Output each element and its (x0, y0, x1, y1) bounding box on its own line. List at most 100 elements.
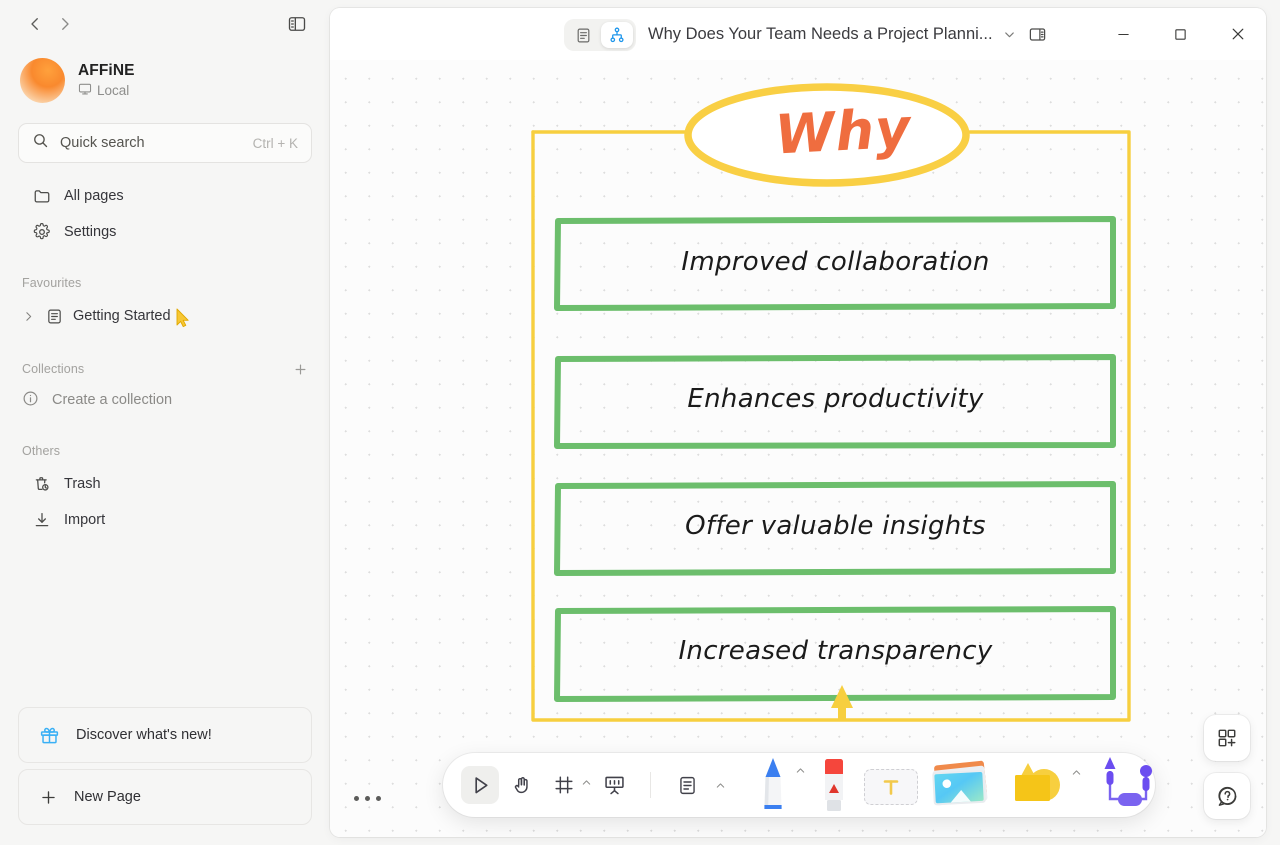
workspace-sync-status: Local (78, 82, 135, 99)
section-title: Others (22, 444, 61, 458)
tab-edgeless-mode[interactable] (601, 22, 633, 48)
tool-note-button[interactable] (668, 766, 706, 804)
plus-icon (39, 788, 58, 807)
sidebar-others-list: Trash Import (0, 465, 330, 539)
chevron-up-icon[interactable] (715, 780, 726, 791)
sidebar-toggle-icon[interactable] (282, 9, 312, 39)
tool-image-button[interactable] (930, 759, 992, 811)
trash-icon (32, 475, 51, 494)
window-controls (1095, 8, 1266, 60)
main-window: Why Does Your Team Needs a Project Plann… (330, 8, 1266, 837)
right-sidebar-toggle-icon[interactable] (1028, 25, 1047, 44)
canvas-box-label-1: Improved collaboration (681, 247, 990, 277)
workspace-avatar (20, 58, 65, 103)
window-minimize-button[interactable] (1095, 8, 1152, 60)
tool-eraser-button[interactable] (818, 755, 850, 817)
chevron-up-icon[interactable] (1071, 767, 1082, 778)
window-maximize-button[interactable] (1152, 8, 1209, 60)
doc-icon (45, 307, 64, 326)
toolbar-left-group (443, 766, 726, 804)
nav-forward-button[interactable] (50, 9, 80, 39)
tab-page-mode[interactable] (567, 22, 599, 48)
gift-icon (39, 725, 60, 746)
workspace-name: AFFiNE (78, 62, 135, 79)
cursor-pointer-icon (175, 308, 191, 332)
workspace-sync-label: Local (97, 83, 130, 98)
chevron-up-icon[interactable] (581, 775, 592, 793)
sidebar-item-label: Import (64, 512, 106, 528)
sidebar-item-label: Trash (64, 476, 101, 492)
canvas-box-label-2: Enhances productivity (687, 384, 984, 414)
canvas-side-buttons (1204, 715, 1250, 819)
sidebar-footer: Discover what's new! New Page (0, 707, 330, 845)
sidebar: AFFiNE Local Quick search Ctrl + K All p… (0, 0, 330, 845)
tool-text-button[interactable] (864, 769, 918, 805)
folder-icon (32, 187, 51, 206)
sidebar-item-import[interactable]: Import (10, 503, 320, 537)
section-favourites: Favourites (0, 271, 330, 295)
tool-shape-button[interactable] (1008, 759, 1082, 811)
canvas-box-label-4: Increased transparency (678, 636, 993, 666)
discover-whats-new-button[interactable]: Discover what's new! (18, 707, 312, 763)
create-collection-button[interactable]: Create a collection (10, 383, 320, 417)
search-icon (32, 132, 49, 154)
tool-present-button[interactable] (595, 766, 633, 804)
whiteboard-drawing (531, 83, 1131, 722)
tool-frame-button[interactable] (545, 766, 591, 804)
section-others: Others (0, 439, 330, 463)
gear-icon (32, 223, 51, 242)
quick-search-button[interactable]: Quick search Ctrl + K (18, 123, 312, 163)
discover-label: Discover what's new! (76, 727, 212, 743)
quick-search-label: Quick search (60, 135, 145, 151)
section-title: Favourites (22, 276, 82, 290)
canvas-title-why: Why (773, 96, 913, 167)
tool-pen-button[interactable] (756, 755, 806, 817)
edgeless-toolbar (443, 753, 1155, 817)
dot (376, 796, 381, 801)
sidebar-primary-list: All pages Settings (0, 177, 330, 251)
workspace-info: AFFiNE Local (78, 62, 135, 99)
quick-search-shortcut: Ctrl + K (252, 135, 298, 151)
create-collection-label: Create a collection (52, 392, 173, 408)
new-page-button[interactable]: New Page (18, 769, 312, 825)
new-page-label: New Page (74, 789, 141, 805)
monitor-icon (78, 82, 92, 99)
tool-connector-button[interactable] (1100, 753, 1156, 811)
sidebar-item-label: Settings (64, 224, 117, 240)
app-root: AFFiNE Local Quick search Ctrl + K All p… (0, 0, 1280, 845)
chevron-up-icon[interactable] (795, 765, 806, 776)
sidebar-topbar (0, 0, 330, 48)
sidebar-item-trash[interactable]: Trash (10, 467, 320, 501)
tool-hand-button[interactable] (503, 766, 541, 804)
toolbar-media-group (750, 753, 1156, 817)
section-title: Collections (22, 362, 85, 376)
chevron-right-icon[interactable] (22, 310, 36, 323)
info-icon (22, 390, 39, 411)
titlebar: Why Does Your Team Needs a Project Plann… (330, 8, 1266, 60)
tool-select-button[interactable] (461, 766, 499, 804)
help-button[interactable] (1204, 773, 1250, 819)
page-title: Why Does Your Team Needs a Project Plann… (648, 24, 993, 43)
import-icon (32, 511, 51, 530)
sidebar-item-getting-started[interactable]: Getting Started (10, 299, 320, 333)
sidebar-item-label: All pages (64, 188, 124, 204)
dot (365, 796, 370, 801)
workspace-selector[interactable]: AFFiNE Local (0, 48, 330, 109)
sidebar-item-settings[interactable]: Settings (10, 215, 320, 249)
document-title-group: Why Does Your Team Needs a Project Plann… (648, 8, 1047, 60)
nav-back-button[interactable] (20, 9, 50, 39)
dot (354, 796, 359, 801)
window-close-button[interactable] (1209, 8, 1266, 60)
zoom-toolbar-collapsed[interactable] (354, 796, 381, 801)
editor-mode-switch (564, 19, 636, 51)
add-collection-icon[interactable] (290, 359, 310, 379)
sidebar-item-label: Getting Started (73, 308, 171, 324)
add-widget-button[interactable] (1204, 715, 1250, 761)
chevron-down-icon[interactable] (1002, 27, 1017, 42)
toolbar-divider (650, 772, 651, 798)
edgeless-canvas[interactable]: Why Improved collaboration Enhances prod… (330, 60, 1266, 837)
canvas-box-label-3: Offer valuable insights (685, 511, 986, 541)
section-collections: Collections (0, 357, 330, 381)
sidebar-item-all-pages[interactable]: All pages (10, 179, 320, 213)
